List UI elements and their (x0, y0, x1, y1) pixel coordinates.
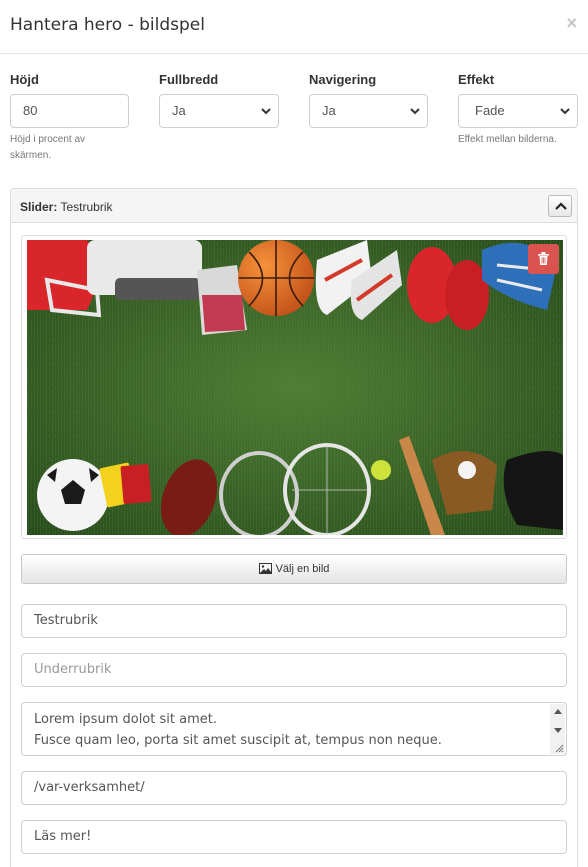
navigation-field: Navigering Ja (309, 72, 439, 128)
height-help: Höjd i procent av skärmen. (10, 132, 140, 164)
slide-link-input[interactable]: /var-verksamhet/ (21, 771, 567, 805)
modal-title: Hantera hero - bildspel (10, 15, 205, 35)
height-help-line1: Höjd i procent av (10, 134, 86, 145)
navigation-select[interactable]: Ja (309, 94, 428, 128)
navigation-selected: Ja (322, 103, 336, 118)
chevron-up-icon (555, 202, 567, 210)
delete-image-button[interactable] (528, 244, 559, 274)
scroll-up-icon[interactable] (554, 709, 562, 714)
fullwidth-field: Fullbredd Ja (159, 72, 289, 128)
chevron-down-icon (560, 108, 570, 115)
slide-image-frame (21, 235, 567, 539)
height-help-line2: skärmen. (10, 150, 52, 161)
choose-image-label: Välj en bild (275, 563, 330, 575)
slider-panel-heading: Slider: Testrubrik (11, 189, 577, 223)
slide-button-text-input[interactable]: Läs mer! (21, 820, 567, 854)
height-input[interactable]: 80 (10, 94, 129, 128)
collapse-button[interactable] (548, 195, 572, 217)
slide-body-line2: Fusce quam leo, porta sit amet suscipit … (34, 733, 442, 748)
slider-label: Slider: (20, 200, 58, 214)
navigation-label: Navigering (309, 72, 377, 87)
resize-grip-icon[interactable] (554, 743, 564, 753)
slide-body-textarea[interactable]: Lorem ipsum dolot sit amet. Fusce quam l… (21, 702, 567, 756)
height-field: Höjd 80 Höjd i procent av skärmen. (10, 72, 140, 161)
height-label: Höjd (10, 72, 39, 87)
effect-select[interactable]: Fade (458, 94, 578, 128)
trash-icon (538, 252, 549, 265)
slider-title: Testrubrik (60, 200, 113, 214)
effect-selected: Fade (475, 103, 505, 118)
image-icon (258, 563, 272, 574)
chevron-down-icon (261, 108, 271, 115)
chevron-down-icon (410, 108, 420, 115)
effect-field: Effekt Fade Effekt mellan bilderna. (458, 72, 583, 145)
slide-body-line1: Lorem ipsum dolot sit amet. (34, 712, 217, 727)
slide-image (27, 240, 563, 535)
modal-header: Hantera hero - bildspel × (0, 0, 588, 54)
fullwidth-selected: Ja (172, 103, 186, 118)
scroll-down-icon[interactable] (554, 728, 562, 733)
choose-image-button[interactable]: Välj en bild (21, 554, 567, 584)
slide-subheading-input[interactable]: Underrubrik (21, 653, 567, 687)
effect-label: Effekt (458, 72, 495, 87)
slide-heading-input[interactable]: Testrubrik (21, 604, 567, 638)
sports-equipment-photo (27, 240, 563, 535)
fullwidth-label: Fullbredd (159, 72, 219, 87)
close-icon[interactable]: × (566, 14, 577, 32)
slider-panel-title: Slider: Testrubrik (20, 200, 112, 214)
fullwidth-select[interactable]: Ja (159, 94, 279, 128)
effect-help: Effekt mellan bilderna. (458, 134, 557, 145)
